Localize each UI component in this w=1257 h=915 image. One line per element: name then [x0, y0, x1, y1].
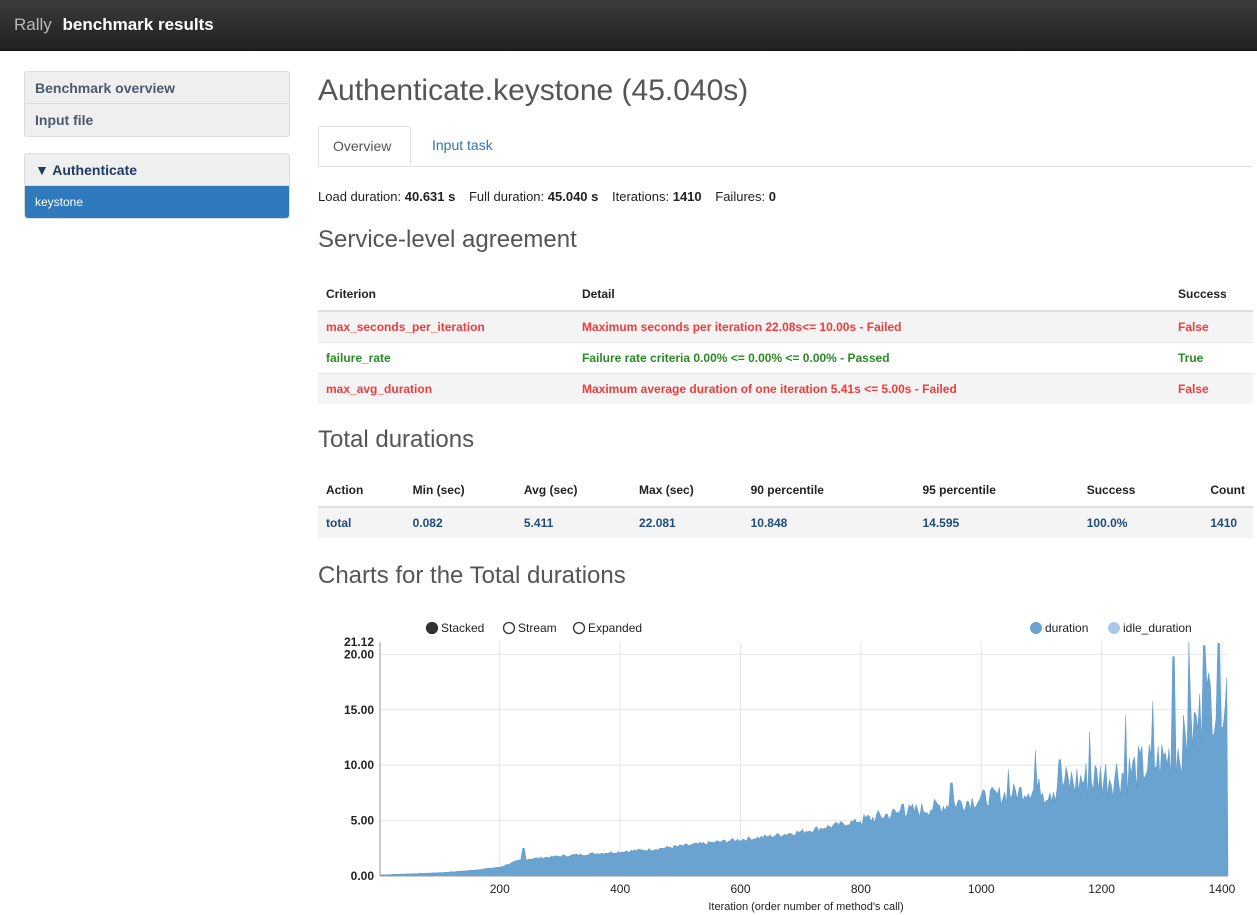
- page-title: Authenticate.keystone (45.040s): [318, 74, 749, 107]
- table-row: total 0.082 5.411 22.081 10.848 14.595 1…: [318, 506, 1253, 538]
- load-duration-value: 40.631 s: [404, 189, 456, 204]
- sidebar-group-authenticate: ▼ Authenticate keystone: [24, 153, 290, 219]
- col-p90: 90 percentile: [742, 474, 915, 508]
- load-duration-label: Load duration:: [318, 189, 402, 204]
- sidebar-group-overview: Benchmark overview Input file: [24, 71, 290, 137]
- sidebar-section-authenticate[interactable]: ▼ Authenticate: [25, 154, 289, 186]
- col-min: Min (sec): [404, 474, 516, 508]
- cell-action: total: [318, 506, 405, 538]
- legend-item-idle-duration[interactable]: idle_duration: [1108, 621, 1192, 635]
- y-tick-label: 15.00: [344, 703, 374, 717]
- cell-detail: Maximum average duration of one iteratio…: [574, 373, 1170, 404]
- failures-value: 0: [768, 189, 776, 204]
- sidebar-item-benchmark-overview[interactable]: Benchmark overview: [25, 72, 289, 104]
- radio-icon: [502, 621, 516, 635]
- y-tick-label: 20.00: [344, 647, 374, 661]
- total-durations-chart: Stacked Stream Expanded duration idle_durat…: [344, 621, 1236, 913]
- col-avg: Avg (sec): [515, 474, 632, 508]
- failures-label: Failures:: [715, 189, 766, 204]
- tab-overview[interactable]: Overview: [318, 126, 411, 166]
- table-header-row: Criterion Detail Success: [318, 278, 1253, 312]
- legend-label: idle_duration: [1123, 621, 1192, 635]
- table-row: failure_rate Failure rate criteria 0.00%…: [318, 342, 1253, 374]
- cell-min: 0.082: [404, 506, 516, 538]
- x-tick-label: 1400: [1209, 882, 1236, 896]
- col-count: Count: [1202, 474, 1253, 508]
- col-max: Max (sec): [631, 474, 743, 508]
- durations-table: Action Min (sec) Avg (sec) Max (sec) 90 …: [318, 474, 1253, 538]
- cell-success: True: [1170, 342, 1253, 374]
- charts-heading: Charts for the Total durations: [318, 562, 626, 589]
- tab-bar: Overview Input task: [318, 126, 1253, 167]
- cell-detail: Failure rate criteria 0.00% <= 0.00% <= …: [574, 342, 1170, 374]
- table-row: max_avg_duration Maximum average duratio…: [318, 373, 1253, 404]
- x-tick-label: 1200: [1088, 882, 1115, 896]
- full-duration-label: Full duration:: [468, 189, 545, 204]
- table-header-row: Action Min (sec) Avg (sec) Max (sec) 90 …: [318, 474, 1253, 508]
- legend-swatch-icon: [1030, 622, 1042, 634]
- x-tick-label: 800: [851, 882, 871, 896]
- sidebar-item-keystone[interactable]: keystone: [25, 186, 289, 218]
- duration-area: [379, 641, 1229, 877]
- sidebar-item-input-file[interactable]: Input file: [25, 104, 289, 136]
- sla-heading: Service-level agreement: [318, 226, 577, 253]
- iterations-label: Iterations:: [612, 189, 670, 204]
- brand[interactable]: Rally benchmark results: [14, 15, 214, 35]
- cell-count: 1410: [1202, 506, 1253, 538]
- x-tick-label: 200: [490, 882, 510, 896]
- legend-item-duration[interactable]: duration: [1030, 621, 1088, 635]
- chart-control-label: Stacked: [441, 621, 484, 635]
- chart-control-expanded[interactable]: Expanded: [572, 621, 643, 635]
- y-tick-label: 21.12: [344, 635, 374, 649]
- radio-icon: [572, 621, 586, 635]
- cell-criterion: failure_rate: [318, 342, 574, 374]
- full-duration-value: 45.040 s: [547, 189, 599, 204]
- table-row: max_seconds_per_iteration Maximum second…: [318, 310, 1253, 343]
- tab-input-task[interactable]: Input task: [418, 126, 507, 166]
- cell-p90: 10.848: [742, 506, 915, 538]
- col-action: Action: [318, 474, 405, 508]
- y-tick-label: 0.00: [351, 869, 375, 883]
- chart-area-group: [379, 641, 1229, 877]
- col-detail: Detail: [574, 278, 1170, 312]
- chart-controls: Stacked Stream Expanded: [425, 621, 643, 635]
- chart-control-label: Stream: [518, 621, 557, 635]
- cell-success: 100.0%: [1078, 506, 1203, 538]
- col-success: Success: [1078, 474, 1203, 508]
- iterations-value: 1410: [672, 189, 702, 204]
- run-summary: Load duration: 40.631 s Full duration: 4…: [318, 189, 786, 204]
- col-p95: 95 percentile: [914, 474, 1079, 508]
- brand-title: benchmark results: [62, 15, 214, 34]
- x-tick-label: 400: [610, 882, 630, 896]
- cell-avg: 5.411: [515, 506, 632, 538]
- cell-success: False: [1170, 373, 1253, 404]
- y-tick-label: 5.00: [351, 814, 375, 828]
- sla-table: Criterion Detail Success max_seconds_per…: [318, 278, 1253, 404]
- cell-criterion: max_avg_duration: [318, 373, 574, 404]
- x-tick-label: 1000: [968, 882, 995, 896]
- legend-swatch-icon: [1108, 622, 1120, 634]
- col-criterion: Criterion: [318, 278, 574, 312]
- col-success: Success: [1170, 278, 1253, 312]
- chart-control-label: Expanded: [588, 621, 642, 635]
- cell-max: 22.081: [631, 506, 743, 538]
- cell-p95: 14.595: [914, 506, 1079, 538]
- x-axis-label: Iteration (order number of method's call…: [708, 901, 903, 913]
- total-durations-heading: Total durations: [318, 426, 475, 453]
- chart-control-stream[interactable]: Stream: [502, 621, 557, 635]
- x-tick-label: 600: [730, 882, 750, 896]
- top-navbar: Rally benchmark results: [0, 0, 1257, 51]
- chart-control-stacked[interactable]: Stacked: [425, 621, 485, 635]
- chart-legend: duration idle_duration: [1030, 621, 1192, 635]
- cell-detail: Maximum seconds per iteration 22.08s<= 1…: [574, 310, 1170, 343]
- brand-app-name: Rally: [14, 15, 52, 34]
- legend-label: duration: [1045, 621, 1088, 635]
- cell-success: False: [1170, 310, 1253, 343]
- y-tick-label: 10.00: [344, 758, 374, 772]
- radio-icon: [425, 621, 439, 635]
- cell-criterion: max_seconds_per_iteration: [318, 310, 574, 343]
